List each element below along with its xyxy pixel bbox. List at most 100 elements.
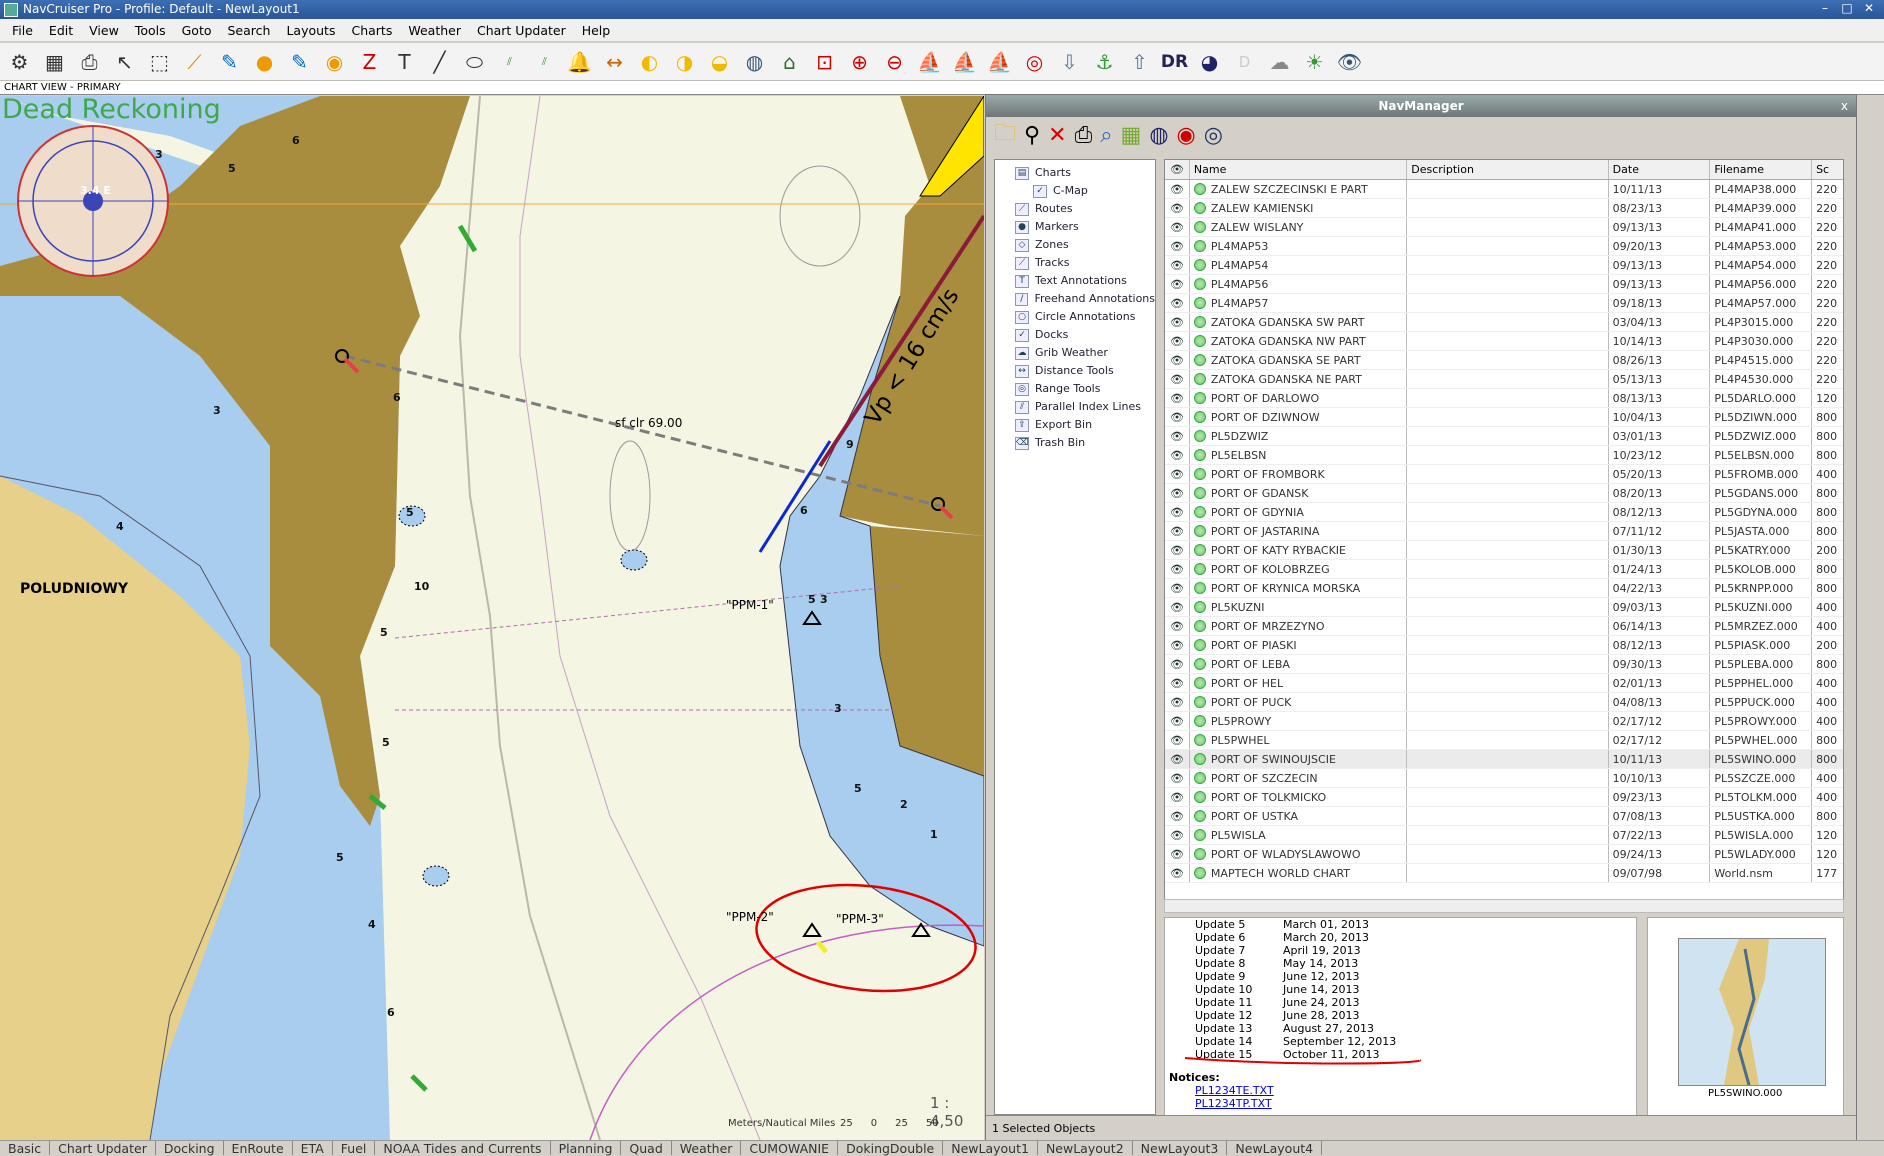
table-row[interactable]: 👁 MAPTECH WORLD CHART 09/07/98 World.nsm 177 [1165,864,1843,883]
visibility-toggle-icon[interactable]: 👁 [1165,636,1190,654]
table-row[interactable]: 👁 ZALEW WISLANY 09/13/13 PL4MAP41.000 220 [1165,218,1843,237]
boat-track-icon[interactable]: ⛵ [949,46,980,77]
visibility-toggle-icon[interactable]: 👁 [1165,313,1190,331]
eye-icon[interactable]: ◎ [1204,123,1223,148]
table-row[interactable]: 👁 PORT OF GDANSK 08/20/13 PL5GDANS.000 800 [1165,484,1843,503]
table-row[interactable]: 👁 ZATOKA GDANSKA SE PART 08/26/13 PL4P4515.… [1165,351,1843,370]
check-icon[interactable]: ✓ [1015,328,1029,342]
layout-tab[interactable]: Docking [156,1141,224,1156]
globe-icon[interactable]: ◍ [739,46,770,77]
table-row[interactable]: 👁 PORT OF FROMBORK 05/20/13 PL5FROMB.000 400 [1165,465,1843,484]
layout-tab[interactable]: CUMOWANIE [741,1141,839,1156]
tree-item-charts[interactable]: ▤ Charts [995,164,1155,182]
table-row[interactable]: 👁 PL4MAP54 09/13/13 PL4MAP54.000 220 [1165,256,1843,275]
table-row[interactable]: 👁 PORT OF PUCK 04/08/13 PL5PPUCK.000 400 [1165,693,1843,712]
table-row[interactable]: 👁 PORT OF WLADYSLAWOWO 09/24/13 PL5WLADY.00… [1165,845,1843,864]
maximize-button[interactable]: □ [1838,2,1856,16]
menu-charts[interactable]: Charts [343,23,400,38]
parallel-index-icon[interactable]: ⫽ [494,46,525,77]
visibility-toggle-icon[interactable]: 👁 [1165,446,1190,464]
lifebuoy-icon[interactable]: ◎ [1019,46,1050,77]
tree-item-trash-bin[interactable]: ⌫ Trash Bin [995,434,1155,452]
table-row[interactable]: 👁 PORT OF HEL 02/01/13 PL5PPHEL.000 400 [1165,674,1843,693]
boat-icon[interactable]: ⛵ [914,46,945,77]
visibility-toggle-icon[interactable]: 👁 [1165,788,1190,806]
visibility-toggle-icon[interactable]: 👁 [1165,180,1190,198]
boat-follow-icon[interactable]: ⛵ [984,46,1015,77]
column-header-date[interactable]: Date [1609,160,1711,179]
menu-tools[interactable]: Tools [127,23,174,38]
up-arrow-icon[interactable]: ⇧ [1124,46,1155,77]
minimize-button[interactable]: – [1816,2,1834,16]
table-row[interactable]: 👁 ZALEW SZCZECINSKI E PART 10/11/13 PL4MAP3… [1165,180,1843,199]
menu-goto[interactable]: Goto [174,23,220,38]
tree-item-text-annotations[interactable]: T Text Annotations [995,272,1155,290]
table-row[interactable]: 👁 PORT OF DARLOWO 08/13/13 PL5DARLO.000 120 [1165,389,1843,408]
line-tool-icon[interactable]: ╱ [424,46,455,77]
chart-view[interactable]: Dead Reckoning 3.4 E POLUDNIOWY sf clr 6… [0,96,984,1140]
visibility-toggle-icon[interactable]: 👁 [1165,199,1190,217]
layout-tab[interactable]: NewLayout1 [943,1141,1038,1156]
table-row[interactable]: 👁 PORT OF USTKA 07/08/13 PL5USTKA.000 800 [1165,807,1843,826]
visibility-toggle-icon[interactable]: 👁 [1165,351,1190,369]
layout-tab[interactable]: Chart Updater [50,1141,156,1156]
table-row[interactable]: 👁 PL4MAP56 09/13/13 PL4MAP56.000 220 [1165,275,1843,294]
table-row[interactable]: 👁 ZATOKA GDANSKA NW PART 10/14/13 PL4P3030.… [1165,332,1843,351]
parallel-index2-icon[interactable]: ⫽ [529,46,560,77]
daylight-icon[interactable]: D [1229,46,1260,77]
menu-help[interactable]: Help [574,23,619,38]
layout-tab[interactable]: NOAA Tides and Currents [375,1141,551,1156]
tree-item-routes[interactable]: ⟋ Routes [995,200,1155,218]
visibility-toggle-icon[interactable]: 👁 [1165,427,1190,445]
visibility-toggle-icon[interactable]: 👁 [1165,826,1190,844]
anchor-icon[interactable]: ⚓ [1089,46,1120,77]
menu-layouts[interactable]: Layouts [278,23,343,38]
table-row[interactable]: 👁 PL4MAP57 09/18/13 PL4MAP57.000 220 [1165,294,1843,313]
dead-reckoning-icon[interactable]: DR [1159,46,1190,77]
visibility-toggle-icon[interactable]: 👁 [1165,769,1190,787]
table-row[interactable]: 👁 PORT OF JASTARINA 07/11/12 PL5JASTA.000 80… [1165,522,1843,541]
visibility-toggle-icon[interactable]: 👁 [1165,655,1190,673]
visibility-toggle-icon[interactable]: 👁 [1165,750,1190,768]
table-row[interactable]: 👁 PL5PWHEL 02/17/12 PL5PWHEL.000 800 [1165,731,1843,750]
select-rect-icon[interactable]: ⬚ [144,46,175,77]
table-row[interactable]: 👁 PORT OF LEBA 09/30/13 PL5PLEBA.000 800 [1165,655,1843,674]
visibility-toggle-icon[interactable]: 👁 [1165,731,1190,749]
grid-view-icon[interactable]: ▦ [1121,123,1142,148]
table-row[interactable]: 👁 ZATOKA GDANSKA SW PART 03/04/13 PL4P3015.… [1165,313,1843,332]
visibility-toggle-icon[interactable]: 👁 [1165,237,1190,255]
visibility-toggle-icon[interactable]: 👁 [1165,617,1190,635]
weather-update-icon[interactable]: ☀ [1299,46,1330,77]
preview-icon[interactable]: ⌕ [1100,123,1112,148]
table-row[interactable]: 👁 PORT OF MRZEZYNO 06/14/13 PL5MRZEZ.000 400 [1165,617,1843,636]
tide-icon[interactable]: ◒ [704,46,735,77]
visibility-toggle-icon[interactable]: 👁 [1165,712,1190,730]
column-header-name[interactable]: Name [1190,160,1408,179]
navmanager-close-button[interactable]: x [1841,95,1848,117]
layout-tab[interactable]: NewLayout2 [1038,1141,1133,1156]
visibility-toggle-icon[interactable]: 👁 [1165,465,1190,483]
horizontal-scrollbar[interactable] [1164,899,1844,913]
pointer-icon[interactable]: ↖ [109,46,140,77]
zoom-out-icon[interactable]: ⊖ [879,46,910,77]
visibility-toggle-icon[interactable]: 👁 [1165,484,1190,502]
tree-item-grib-weather[interactable]: ☁ Grib Weather [995,344,1155,362]
visibility-toggle-icon[interactable]: 👁 [1165,598,1190,616]
layout-tab[interactable]: Quad [621,1141,672,1156]
route-edit-icon[interactable]: ✎ [214,46,245,77]
visibility-toggle-icon[interactable]: 👁 [1165,275,1190,293]
visibility-toggle-icon[interactable]: 👁 [1165,864,1190,882]
tree-item-range-tools[interactable]: ◎ Range Tools [995,380,1155,398]
table-row[interactable]: 👁 PL5WISLA 07/22/13 PL5WISLA.000 120 [1165,826,1843,845]
column-header-scale[interactable]: Sc [1812,160,1843,179]
layout-tab[interactable]: Planning [551,1141,622,1156]
distance-icon[interactable]: ↔ [599,46,630,77]
visibility-toggle-icon[interactable]: 👁 [1165,541,1190,559]
layout-tab[interactable]: Weather [672,1141,742,1156]
layout-tab[interactable]: NewLayout4 [1227,1141,1323,1156]
table-row[interactable]: 👁 PORT OF TOLKMICKO 09/23/13 PL5TOLKM.000 40… [1165,788,1843,807]
close-button[interactable]: ✕ [1860,2,1878,16]
notice-link[interactable]: PL1234TE.TXT [1165,1084,1636,1097]
column-header-filename[interactable]: Filename [1710,160,1813,179]
table-row[interactable]: 👁 PL5KUZNI 09/03/13 PL5KUZNI.000 400 [1165,598,1843,617]
